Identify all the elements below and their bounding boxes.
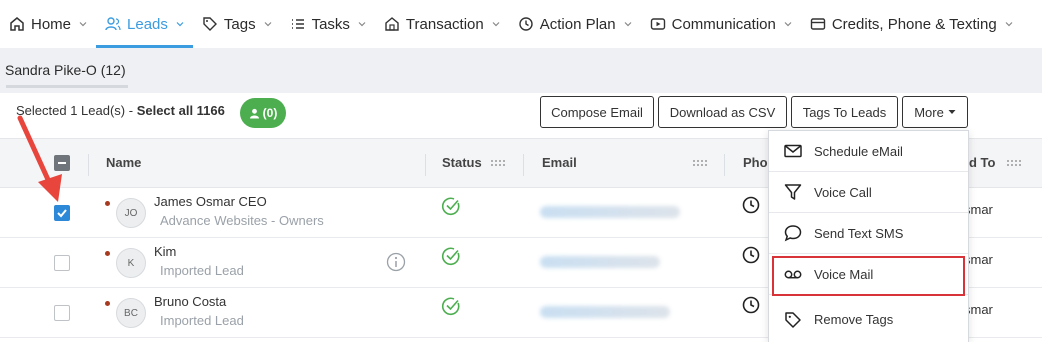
- badge-count: (0): [262, 106, 278, 120]
- nav-tags[interactable]: Tags: [193, 0, 281, 48]
- chevron-down-icon: [176, 22, 184, 27]
- lead-status-dot: [105, 301, 110, 306]
- lead-source: Advance Websites - Owners: [160, 213, 324, 228]
- status-check-icon: [441, 197, 460, 216]
- column-drag-icon[interactable]: [1006, 159, 1022, 167]
- sub-tab-bar: Sandra Pike-O (12): [0, 48, 1042, 93]
- status-check-icon: [441, 297, 460, 316]
- tags-to-leads-button[interactable]: Tags To Leads: [791, 96, 898, 128]
- nav-transaction[interactable]: Transaction: [375, 0, 509, 48]
- row-checkbox[interactable]: [54, 205, 70, 221]
- menu-item-remove-tags[interactable]: Remove Tags: [769, 299, 968, 340]
- info-icon[interactable]: [386, 252, 406, 272]
- menu-item-voice-mail[interactable]: Voice Mail: [769, 254, 968, 295]
- chat-bubble-icon: [784, 225, 802, 242]
- nav-leads[interactable]: Leads: [96, 0, 193, 48]
- email-redacted: [540, 256, 660, 268]
- avatar: JO: [116, 198, 146, 228]
- tag-icon: [785, 311, 801, 328]
- column-drag-icon[interactable]: [692, 159, 708, 167]
- nav-communication-label: Communication: [671, 15, 776, 33]
- chevron-down-icon: [624, 22, 632, 27]
- menu-item-label: Remove Tags: [814, 312, 894, 327]
- nav-transaction-label: Transaction: [405, 15, 484, 33]
- select-all-link[interactable]: Select all 1166: [137, 103, 225, 118]
- nav-leads-label: Leads: [127, 15, 168, 33]
- header-assigned-to[interactable]: d To: [969, 155, 995, 170]
- email-redacted: [540, 306, 670, 318]
- lead-name[interactable]: James Osmar CEO: [154, 194, 267, 209]
- home-icon: [10, 17, 24, 31]
- clock-icon: [742, 246, 760, 264]
- chevron-down-icon: [79, 22, 87, 27]
- row-checkbox[interactable]: [54, 305, 70, 321]
- row-checkbox[interactable]: [54, 255, 70, 271]
- menu-item-schedule-email[interactable]: Schedule eMail: [769, 131, 968, 172]
- selected-count-badge[interactable]: (0): [240, 98, 286, 128]
- top-nav: Home Leads Tags Tasks Transaction Action…: [0, 0, 1042, 48]
- column-divider: [523, 154, 524, 176]
- menu-item-label: Send Text SMS: [814, 225, 904, 241]
- menu-item-label: Schedule eMail: [814, 143, 903, 159]
- caret-down-icon: [948, 110, 956, 114]
- play-icon: [650, 18, 665, 30]
- voicemail-icon: [784, 270, 802, 279]
- column-drag-icon[interactable]: [490, 159, 506, 167]
- chevron-down-icon: [264, 22, 272, 27]
- lead-source: Imported Lead: [160, 313, 244, 328]
- menu-item-label: Voice Call: [814, 184, 872, 200]
- list-icon: [291, 19, 304, 29]
- email-redacted: [540, 206, 680, 218]
- bank-icon: [385, 17, 399, 31]
- download-csv-button[interactable]: Download as CSV: [658, 96, 787, 128]
- annotation-arrow-icon: [17, 115, 62, 202]
- nav-credits[interactable]: Credits, Phone & Texting: [801, 0, 1022, 48]
- avatar: K: [116, 248, 146, 278]
- lead-source: Imported Lead: [160, 263, 244, 278]
- nav-tasks[interactable]: Tasks: [281, 0, 375, 48]
- card-icon: [810, 18, 826, 30]
- lead-status-dot: [105, 251, 110, 256]
- menu-item-send-sms[interactable]: Send Text SMS: [769, 213, 968, 254]
- envelope-icon: [784, 144, 802, 158]
- menu-item-label: Voice Mail: [814, 266, 874, 282]
- nav-action-plan[interactable]: Action Plan: [509, 0, 641, 48]
- column-divider: [724, 154, 725, 176]
- tab-sandra-pike[interactable]: Sandra Pike-O (12): [0, 58, 128, 92]
- column-divider: [88, 154, 89, 176]
- chevron-down-icon: [492, 22, 500, 27]
- menu-item-voice-call[interactable]: Voice Call: [769, 172, 968, 213]
- nav-credits-label: Credits, Phone & Texting: [831, 15, 997, 33]
- more-button[interactable]: More: [902, 96, 968, 128]
- nav-home-label: Home: [31, 15, 72, 33]
- more-label: More: [914, 104, 944, 120]
- chevron-down-icon: [784, 22, 792, 27]
- nav-tasks-label: Tasks: [311, 15, 350, 33]
- nav-tags-label: Tags: [223, 15, 256, 33]
- clock-icon: [519, 17, 533, 31]
- nav-home[interactable]: Home: [0, 0, 96, 48]
- chevron-down-icon: [358, 22, 366, 27]
- header-email[interactable]: Email: [542, 155, 577, 170]
- avatar: BC: [116, 298, 146, 328]
- status-check-icon: [441, 247, 460, 266]
- more-dropdown-menu: Schedule eMail Voice Call Send Text SMS …: [768, 130, 969, 342]
- clock-icon: [742, 296, 760, 314]
- nav-action-plan-label: Action Plan: [539, 15, 616, 33]
- chevron-down-icon: [1005, 22, 1013, 27]
- user-icon: [249, 108, 259, 118]
- column-divider: [425, 154, 426, 176]
- clock-icon: [742, 196, 760, 214]
- funnel-icon: [784, 184, 802, 200]
- header-status[interactable]: Status: [442, 155, 482, 170]
- users-icon: [105, 17, 121, 31]
- checkmark-icon: [57, 209, 67, 218]
- compose-email-button[interactable]: Compose Email: [540, 96, 654, 128]
- nav-communication[interactable]: Communication: [641, 0, 801, 48]
- lead-name[interactable]: Bruno Costa: [154, 294, 226, 309]
- tag-icon: [203, 17, 217, 31]
- header-name[interactable]: Name: [106, 155, 141, 170]
- lead-status-dot: [105, 201, 110, 206]
- lead-name[interactable]: Kim: [154, 244, 176, 259]
